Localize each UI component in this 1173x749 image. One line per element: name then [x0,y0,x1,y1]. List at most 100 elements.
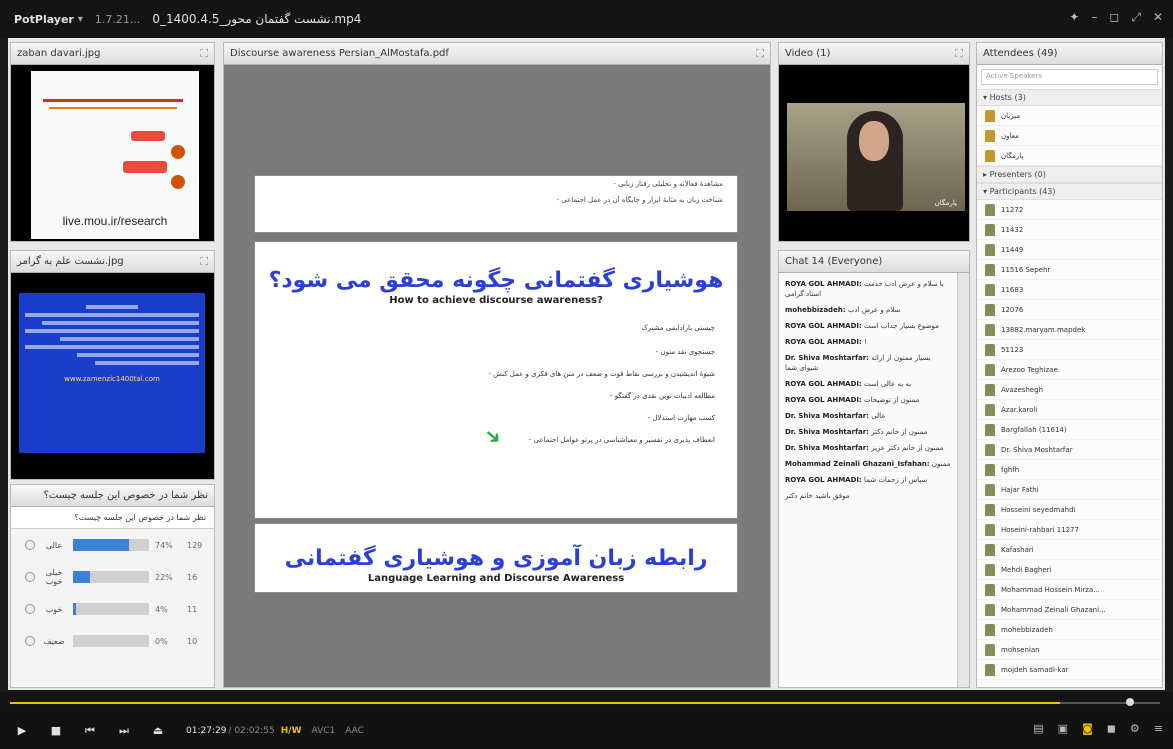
chevron-down-icon[interactable]: ▾ [78,14,83,25]
volume-track[interactable] [1060,702,1160,704]
hw-decoder-badge[interactable]: H/W [281,726,302,736]
poll-option-row[interactable]: خوب 4% 11 [11,593,214,625]
poll-bar-track [73,603,149,615]
volume-knob[interactable] [1126,698,1134,706]
participant-item[interactable]: Mohammad Hossein Mirza... [977,580,1162,600]
hosts-group-header[interactable]: ▾ Hosts (3) [977,89,1162,106]
chat-author: ROYA GOL AHMADI: [785,322,862,330]
chat-text: سپاس از زحمات شما [864,476,928,484]
chat-author: ROYA GOL AHMADI: [785,396,862,404]
poll-bar-fill [73,539,130,551]
poll-percent: 0% [155,636,168,646]
participant-item[interactable]: Dr. Shiva Moshtarfar [977,440,1162,460]
poll-option-row[interactable]: عالی 74% 129 [11,529,214,561]
participant-name: 11272 [1001,205,1024,214]
chat-message: ROYA GOL AHMADI: موضوع بسیار جذاب است [785,321,951,331]
participant-item[interactable]: fghfh [977,460,1162,480]
slide2-title-en: How to achieve discourse awareness? [389,295,603,306]
participant-item[interactable]: 11449 [977,240,1162,260]
active-speakers-field[interactable]: Active Speakers [981,69,1158,85]
participant-item[interactable]: mohebbizadeh [977,620,1162,640]
poll-radio[interactable] [25,572,35,582]
participant-item[interactable]: mohsenian [977,640,1162,660]
host-item[interactable]: میزبان [977,106,1162,126]
eject-icon[interactable]: ⏏ [146,724,170,737]
participant-item[interactable]: 11272 [977,200,1162,220]
next-icon[interactable]: ⏭ [112,724,136,738]
slide-discourse-awareness: هوشیاری گفتمانی چگونه محقق می شود؟ How t… [254,241,738,519]
chat-message: Dr. Shiva Moshtarfar: ممنون از خانم دکتر… [785,443,951,453]
document-pod-title: Discourse awareness Persian_AlMostafa.pd… [230,48,449,59]
participant-item[interactable]: Mehdi Bagheri [977,560,1162,580]
poll-radio[interactable] [25,604,35,614]
participant-name: Kafashari [1001,545,1034,554]
participant-item[interactable]: Hosseini seyedmahdi [977,500,1162,520]
maximize-icon[interactable]: ⤢ [1131,10,1141,25]
participant-item[interactable]: 12076 [977,300,1162,320]
participant-item[interactable]: Hajar Fathi [977,480,1162,500]
chat-scrollbar[interactable] [957,273,969,687]
slide3-title-fa: رابطه زبان آموزی و هوشیاری گفتمانی [284,546,708,571]
seek-bar[interactable] [0,692,1173,712]
play-icon[interactable]: ▶ [10,724,34,737]
participants-group-header[interactable]: ▾ Participants (43) [977,183,1162,200]
poll-percent: 4% [155,604,168,614]
participant-item[interactable]: Bargfallah (11614) [977,420,1162,440]
vr-icon[interactable]: ◙ [1082,722,1093,735]
participant-item[interactable]: Mohammad Zeinali Ghazani... [977,600,1162,620]
expand-icon[interactable]: ⛶ [756,47,764,61]
chat-text: به به عالی است [864,380,912,388]
participant-item[interactable]: 11516 Sepehr [977,260,1162,280]
hosts-group-label: Hosts (3) [989,93,1026,102]
participant-item[interactable]: Hoseini-rahbari 11277 [977,520,1162,540]
settings-gear-icon[interactable]: ⚙ [1130,722,1140,735]
subtitle-icon[interactable]: ▤ [1033,722,1043,735]
slide-bullet: - جستجوی نقد متون [655,348,715,356]
participant-item[interactable]: 11432 [977,220,1162,240]
participant-item[interactable]: 51123 [977,340,1162,360]
chat-text: موفق باشید خانم دکتر [785,492,850,500]
capture-icon[interactable]: ◼ [1107,722,1116,735]
participant-item[interactable]: Avazeshegh [977,380,1162,400]
video-pod: Video (1) ⛶ پارمگان [778,42,970,242]
participant-item[interactable]: Azar.karoli [977,400,1162,420]
minimize-icon[interactable]: – [1091,10,1097,25]
menu-icon[interactable]: ≡ [1154,722,1163,735]
expand-icon[interactable]: ⛶ [200,47,208,61]
chat-message: Dr. Shiva Moshtarfar: ممنون از خانم دکتر [785,427,951,437]
expand-icon[interactable]: ⛶ [955,47,963,61]
expand-icon[interactable]: ⛶ [200,255,208,269]
stop-icon[interactable]: ■ [44,724,68,737]
slide-bullet: - انعطاف پذیری در تفسیر و معناشناسی در پ… [528,436,715,444]
participant-item[interactable]: 13882.maryam.mapdek [977,320,1162,340]
close-icon[interactable]: ✕ [1153,10,1163,25]
poll-option-row[interactable]: ضعیف 0% 10 [11,625,214,657]
poll-option-row[interactable]: خیلی خوب 22% 16 [11,561,214,593]
presenters-group-header[interactable]: ▸ Presenters (0) [977,166,1162,183]
participant-icon [985,303,995,316]
pin-icon[interactable]: ✦ [1069,10,1079,25]
slide-bullet: - مطالعه ادبیات نوین نقدی در گفتگو [609,392,715,400]
poll-option-label: خیلی خوب [45,568,63,586]
video-frame[interactable]: zaban davari.jpg ⛶ live.mou.ir/research … [8,38,1165,690]
poll-count: 16 [187,572,198,582]
host-item[interactable]: پارمگان [977,146,1162,166]
previous-icon[interactable]: ⏮ [78,724,102,738]
blue-link[interactable]: www.zamenzic1400tal.com [25,375,199,384]
screen-icon[interactable]: ▣ [1058,722,1068,735]
title-bar[interactable]: PotPlayer ▾ 1.7.21... 0_1400.4.5_نشست گف… [0,0,1173,38]
participant-item[interactable]: Arezoo Teghizae [977,360,1162,380]
participant-item[interactable]: 11683 [977,280,1162,300]
participant-name: mohebbizadeh [1001,625,1053,634]
poll-radio[interactable] [25,540,35,550]
poll-radio[interactable] [25,636,35,646]
host-item[interactable]: معاون [977,126,1162,146]
app-menu-button[interactable]: PotPlayer [14,13,74,26]
chat-author: ROYA GOL AHMADI: [785,476,862,484]
restore-icon[interactable]: ◻ [1109,10,1119,25]
participant-name: 12076 [1001,305,1024,314]
participant-item[interactable]: Kafashari [977,540,1162,560]
current-time[interactable]: 01:27:29 [186,726,226,736]
video-codec: AVC1 [311,725,336,736]
participant-item[interactable]: mojdeh samadi-kar [977,660,1162,680]
